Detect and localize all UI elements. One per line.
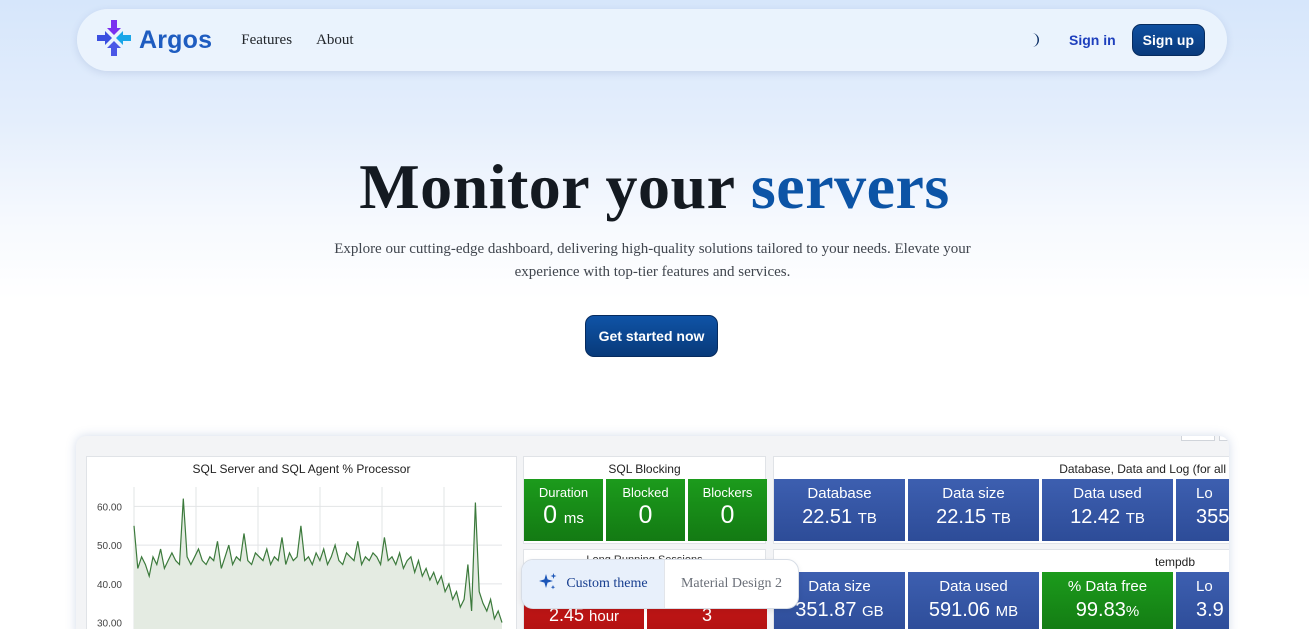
sparkles-icon — [538, 572, 558, 597]
brand-logo[interactable]: Argos — [95, 18, 212, 63]
cpu-line-chart: 60.00 50.00 40.00 30.00 — [97, 487, 503, 629]
database-size-tile: Database 22.51 TB — [774, 479, 905, 541]
tile-label: Blocked — [622, 485, 669, 500]
data-size-tile: Data size 22.15 TB — [908, 479, 1039, 541]
tile-label: Blockers — [702, 485, 753, 500]
blocked-tile: Blocked 0 — [606, 479, 685, 541]
sql-blocking-panel: SQL Blocking Duration 0 ms Blocked 0 Blo… — [523, 456, 767, 544]
blockers-tile: Blockers 0 — [688, 479, 767, 541]
database-panel: Database, Data and Log (for all Database… — [773, 456, 1229, 544]
tile-value: 99.83% — [1075, 599, 1140, 621]
tile-label: Data size — [808, 578, 871, 595]
tempdb-data-used-tile: Data used 591.06 MB — [908, 572, 1039, 629]
material-design-option[interactable]: Material Design 2 — [663, 560, 798, 608]
database-panel-title: Database, Data and Log (for all — [1059, 462, 1226, 476]
tile-value: 591.06 MB — [928, 599, 1019, 621]
tile-label: Lo — [1196, 485, 1213, 502]
hero-subtitle: Explore our cutting-edge dashboard, deli… — [334, 241, 971, 280]
tile-value: 12.42 TB — [1070, 506, 1145, 528]
moon-icon[interactable] — [1023, 29, 1045, 51]
sql-blocking-title: SQL Blocking — [608, 462, 681, 476]
tile-value: 22.15 TB — [936, 506, 1011, 528]
nav-actions: Sign in Sign up — [1023, 24, 1205, 56]
y-tick-label: 40.00 — [97, 580, 122, 591]
y-tick-label: 60.00 — [97, 502, 122, 513]
nav-link-about[interactable]: About — [316, 32, 354, 49]
nav-links: Features About — [241, 32, 353, 49]
y-tick-label: 30.00 — [97, 619, 122, 629]
tile-value: 351.87 GB — [795, 599, 884, 621]
cpu-chart-panel: SQL Server and SQL Agent % Processor 60.… — [86, 456, 517, 629]
dashboard-tab-2 — [1219, 436, 1229, 441]
hero-title-accent: servers — [750, 151, 950, 222]
tile-label: Lo — [1196, 578, 1213, 595]
hero-title-prefix: Monitor your — [359, 151, 751, 222]
sign-in-link[interactable]: Sign in — [1069, 32, 1116, 48]
log-tile: Lo 355 — [1176, 479, 1229, 541]
tile-label: Database — [807, 485, 872, 502]
nav-link-features[interactable]: Features — [241, 32, 292, 49]
tile-label: Data used — [1073, 485, 1142, 502]
hero-title: Monitor your servers — [0, 150, 1309, 224]
tempdb-panel: tempdb Data size 351.87 GB Data used 591… — [773, 549, 1229, 629]
data-used-tile: Data used 12.42 TB — [1042, 479, 1173, 541]
theme-switcher: Custom theme Material Design 2 — [521, 559, 799, 609]
sign-up-button[interactable]: Sign up — [1131, 24, 1205, 56]
tile-label: Duration — [538, 485, 589, 500]
tile-label: Data size — [942, 485, 1005, 502]
tile-value: 0 — [720, 501, 735, 529]
custom-theme-label: Custom theme — [566, 576, 648, 591]
tempdb-data-free-tile: % Data free 99.83% — [1042, 572, 1173, 629]
argos-logo-icon — [95, 18, 133, 63]
custom-theme-option[interactable]: Custom theme — [522, 560, 664, 608]
cpu-series-area — [134, 498, 502, 629]
tempdb-log-tile: Lo 3.9 — [1176, 572, 1229, 629]
tile-label: Data used — [939, 578, 1008, 595]
tile-value: 3.9 — [1196, 599, 1224, 621]
brand-name: Argos — [139, 25, 213, 54]
dashboard-tab — [1181, 436, 1215, 441]
tile-value: 22.51 TB — [802, 506, 877, 528]
tile-value: 355 — [1196, 506, 1229, 528]
tile-value: 0 — [638, 501, 653, 529]
get-started-button[interactable]: Get started now — [585, 315, 718, 357]
tile-value: 0 ms — [543, 501, 584, 529]
top-navbar: Argos Features About Sign in Sign up — [77, 9, 1227, 71]
tile-label: % Data free — [1067, 578, 1148, 595]
y-tick-label: 50.00 — [97, 541, 122, 552]
tempdb-title: tempdb — [1155, 555, 1196, 569]
duration-tile: Duration 0 ms — [524, 479, 603, 541]
